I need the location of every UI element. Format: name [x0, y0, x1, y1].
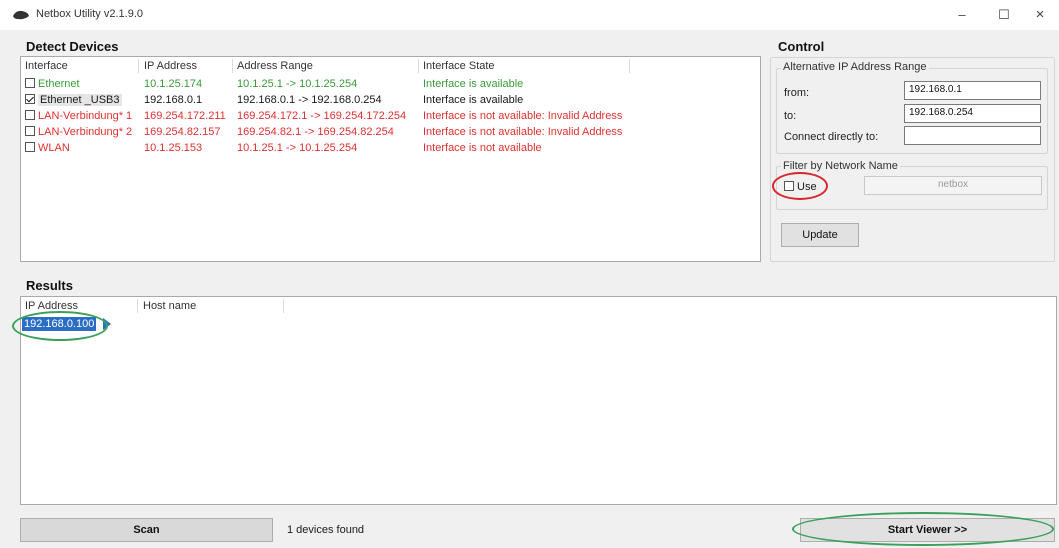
- interface-checkbox[interactable]: [25, 94, 35, 104]
- interface-label: Ethernet: [38, 78, 80, 90]
- scan-button[interactable]: Scan: [20, 518, 273, 542]
- range-cell: 192.168.0.1 -> 192.168.0.254: [237, 94, 382, 106]
- use-checkbox[interactable]: Use: [784, 181, 817, 193]
- interface-label: LAN-Verbindung* 1: [38, 110, 133, 122]
- alt-range-label: Alternative IP Address Range: [781, 61, 929, 73]
- state-cell: Interface is not available: Invalid Addr…: [423, 126, 623, 138]
- ip-cell: 10.1.25.153: [144, 142, 203, 154]
- status-text: 1 devices found: [287, 524, 365, 536]
- interface-checkbox[interactable]: [25, 78, 35, 88]
- column-header-interface[interactable]: Interface: [25, 60, 68, 72]
- range-cell: 169.254.172.1 -> 169.254.172.254: [237, 110, 407, 122]
- state-cell: Interface is available: [423, 94, 524, 106]
- column-separator[interactable]: [283, 299, 284, 313]
- title-bar: Netbox Utility v2.1.9.0 – ☐ ×: [0, 0, 1059, 30]
- result-ip-cell[interactable]: 192.168.0.100: [22, 317, 97, 331]
- maximize-button[interactable]: ☐: [986, 2, 1022, 28]
- column-header-ip[interactable]: IP Address: [144, 60, 197, 72]
- filter-label: Filter by Network Name: [781, 160, 900, 172]
- column-separator[interactable]: [232, 59, 233, 73]
- state-cell: Interface is not available: [423, 142, 542, 154]
- from-input[interactable]: 192.168.0.1: [904, 81, 1041, 100]
- interface-checkbox[interactable]: [25, 142, 35, 152]
- column-separator[interactable]: [629, 59, 630, 73]
- table-row[interactable]: LAN-Verbindung* 2 169.254.82.157 169.254.8…: [21, 126, 760, 141]
- interface-cell[interactable]: Ethernet: [25, 78, 80, 90]
- app-icon: [13, 10, 29, 20]
- update-button[interactable]: Update: [781, 223, 859, 247]
- results-list[interactable]: IP Address Host name 192.168.0.100: [20, 296, 1057, 505]
- state-cell: Interface is available: [423, 78, 524, 90]
- connect-directly-label: Connect directly to:: [784, 131, 879, 143]
- table-row[interactable]: WLAN 10.1.25.153 10.1.25.1 -> 10.1.25.254 I…: [21, 142, 760, 157]
- table-row[interactable]: LAN-Verbindung* 1 169.254.172.211 169.254.…: [21, 110, 760, 125]
- detect-devices-title: Detect Devices: [26, 39, 119, 54]
- interface-cell[interactable]: Ethernet _USB3: [25, 94, 122, 106]
- table-row[interactable]: Ethernet _USB3 192.168.0.1 192.168.0.1 -> …: [21, 94, 760, 109]
- to-label: to:: [784, 110, 797, 122]
- range-cell: 169.254.82.1 -> 169.254.82.254: [237, 126, 394, 138]
- to-input[interactable]: 192.168.0.254: [904, 104, 1041, 123]
- interface-cell[interactable]: LAN-Verbindung* 2: [25, 126, 132, 138]
- ip-cell: 169.254.172.211: [144, 110, 226, 122]
- column-separator[interactable]: [418, 59, 419, 73]
- checkbox-box[interactable]: [784, 181, 794, 191]
- network-name-input[interactable]: netbox: [864, 176, 1042, 195]
- minimize-button[interactable]: –: [944, 2, 980, 28]
- table-row[interactable]: Ethernet 10.1.25.174 10.1.25.1 -> 10.1.25.…: [21, 78, 760, 93]
- column-header-state[interactable]: Interface State: [423, 60, 495, 72]
- column-separator[interactable]: [138, 59, 139, 73]
- state-cell: Interface is not available: Invalid Addr…: [423, 110, 623, 122]
- column-header-ip[interactable]: IP Address: [25, 300, 78, 312]
- interface-cell[interactable]: WLAN: [25, 142, 70, 154]
- interface-label: WLAN: [38, 142, 70, 154]
- control-title: Control: [778, 39, 825, 54]
- ip-cell: 169.254.82.157: [144, 126, 221, 138]
- connect-directly-input[interactable]: [904, 126, 1041, 145]
- use-label: Use: [797, 181, 817, 193]
- devices-list[interactable]: Interface IP Address Address Range Inter…: [20, 56, 761, 262]
- window-title: Netbox Utility v2.1.9.0: [36, 8, 143, 20]
- interface-label: LAN-Verbindung* 2: [38, 126, 133, 138]
- from-label: from:: [784, 87, 810, 99]
- start-viewer-button[interactable]: Start Viewer >>: [800, 518, 1055, 542]
- close-button[interactable]: ×: [1022, 2, 1058, 28]
- interface-label: Ethernet _USB3: [38, 94, 122, 106]
- interface-cell[interactable]: LAN-Verbindung* 1: [25, 110, 132, 122]
- ip-cell: 192.168.0.1: [144, 94, 203, 106]
- column-header-hostname[interactable]: Host name: [143, 300, 196, 312]
- results-title: Results: [26, 278, 73, 293]
- interface-checkbox[interactable]: [25, 110, 35, 120]
- column-header-range[interactable]: Address Range: [237, 60, 313, 72]
- ip-cell: 10.1.25.174: [144, 78, 203, 90]
- row-pointer-icon: [103, 318, 111, 330]
- column-separator[interactable]: [137, 299, 138, 313]
- range-cell: 10.1.25.1 -> 10.1.25.254: [237, 142, 358, 154]
- interface-checkbox[interactable]: [25, 126, 35, 136]
- range-cell: 10.1.25.1 -> 10.1.25.254: [237, 78, 358, 90]
